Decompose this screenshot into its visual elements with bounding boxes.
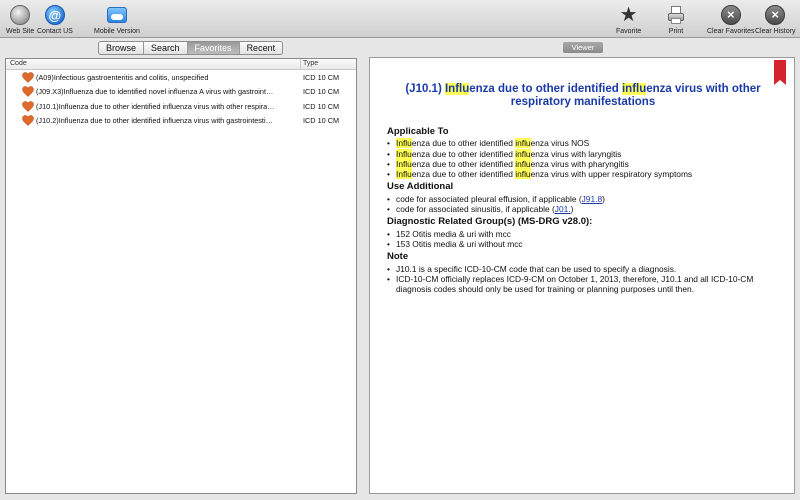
star-icon: ★ <box>619 4 638 26</box>
list-item-type: ICD 10 CM <box>303 72 340 82</box>
list-body: (A09)Infectious gastroenteritis and coli… <box>6 70 356 128</box>
list-item: 153 Otitis media & uri without mcc <box>387 239 787 250</box>
item-text: ) <box>602 193 605 204</box>
search-highlight: influ <box>515 169 531 180</box>
list-item: Influenza due to other identified influe… <box>387 158 787 169</box>
section-heading-note: Note <box>387 251 409 263</box>
search-highlight: Influ <box>444 83 470 95</box>
title-code: (J10.1) <box>405 83 442 95</box>
list-item: Influenza due to other identified influe… <box>387 148 787 159</box>
heart-icon <box>22 86 34 98</box>
note-list: J10.1 is a specific ICD-10-CM code that … <box>387 264 787 295</box>
title-text: enza due to other identified <box>469 83 619 95</box>
list-item[interactable]: (J10.2)Influenza due to other identified… <box>6 114 356 129</box>
column-header-code[interactable]: Code <box>6 59 301 69</box>
list-item-type: ICD 10 CM <box>303 87 340 97</box>
document-title: (J10.1) Influenza due to other identifie… <box>380 83 786 109</box>
list-item: Influenza due to other identified influe… <box>387 138 787 149</box>
item-text: enza virus with upper respiratory sympto… <box>530 169 693 180</box>
section-heading-drg: Diagnostic Related Group(s) (MS-DRG v28.… <box>387 216 593 228</box>
close-icon: × <box>764 4 786 26</box>
mobile-version-button[interactable]: Mobile Version <box>94 4 140 35</box>
printer-icon <box>665 4 687 26</box>
search-highlight: influ <box>621 83 647 95</box>
bookmark-icon[interactable] <box>774 60 786 85</box>
cloud-icon <box>106 4 128 26</box>
tab-browse[interactable]: Browse <box>99 42 145 54</box>
item-text: enza virus with pharyngitis <box>530 158 629 169</box>
clear-history-label: Clear History <box>755 28 796 35</box>
tab-recent[interactable]: Recent <box>240 42 283 54</box>
code-link-j01[interactable]: J01. <box>555 204 571 214</box>
print-button[interactable]: Print <box>665 4 687 35</box>
search-highlight: Influ <box>396 158 412 169</box>
at-sign-icon: @ <box>44 4 66 26</box>
search-highlight: Influ <box>396 169 412 180</box>
item-text: code for associated sinusitis, if applic… <box>396 204 555 215</box>
list-item-code: (A09)Infectious gastroenteritis and coli… <box>36 72 209 82</box>
list-item: ICD-10-CM officially replaces ICD-9-CM o… <box>387 274 787 295</box>
item-text: ) <box>570 204 574 215</box>
search-highlight: Influ <box>396 138 412 149</box>
list-item: Influenza due to other identified influe… <box>387 169 787 180</box>
code-link-j91-8[interactable]: J91.8 <box>582 194 603 204</box>
item-text: enza due to other identified <box>411 148 513 159</box>
list-item[interactable]: (J10.1)Influenza due to other identified… <box>6 99 356 114</box>
list-item-type: ICD 10 CM <box>303 101 340 111</box>
item-text: enza virus NOS <box>530 138 590 149</box>
heart-icon <box>22 115 34 127</box>
list-item-code: (J10.2)Influenza due to other identified… <box>36 116 273 126</box>
list-item: J10.1 is a specific ICD-10-CM code that … <box>387 264 787 275</box>
drg-list: 152 Otitis media & uri with mcc 153 Otit… <box>387 229 787 250</box>
tab-bar: Browse Search Favorites Recent <box>98 41 284 55</box>
use-additional-list: code for associated pleural effusion, if… <box>387 194 787 215</box>
item-text: enza virus with laryngitis <box>530 148 622 159</box>
clear-favorites-label: Clear Favorites <box>707 28 755 35</box>
print-label: Print <box>668 28 684 35</box>
website-label: Web Site <box>6 28 35 35</box>
search-highlight: Influ <box>396 148 412 159</box>
heart-icon <box>22 100 34 112</box>
search-highlight: influ <box>515 158 531 169</box>
tab-favorites[interactable]: Favorites <box>187 42 240 54</box>
tab-search[interactable]: Search <box>144 42 188 54</box>
search-highlight: influ <box>515 138 531 149</box>
contact-us-label: Contact US <box>37 28 73 35</box>
globe-icon <box>9 4 31 26</box>
close-icon: × <box>720 4 742 26</box>
viewer-label: Viewer <box>563 42 603 53</box>
search-highlight: influ <box>515 148 531 159</box>
list-item-code: (J09.X3)Influenza due to identified nove… <box>36 87 274 97</box>
favorite-label: Favorite <box>616 28 642 35</box>
column-header-type[interactable]: Type <box>301 59 318 69</box>
heart-icon <box>22 71 34 83</box>
list-item: 152 Otitis media & uri with mcc <box>387 229 787 240</box>
viewer-panel: (J10.1) Influenza due to other identifie… <box>369 57 795 494</box>
item-text: enza due to other identified <box>411 158 513 169</box>
list-item-type: ICD 10 CM <box>303 116 340 126</box>
mobile-version-label: Mobile Version <box>94 28 140 35</box>
item-text: enza due to other identified <box>411 169 513 180</box>
list-item-code: (J10.1)Influenza due to other identified… <box>36 101 275 111</box>
applicable-to-list: Influenza due to other identified influe… <box>387 138 787 180</box>
contact-us-button[interactable]: @ Contact US <box>37 4 73 35</box>
favorites-list-panel: Code Type (A09)Infectious gastroenteriti… <box>5 58 357 494</box>
favorite-button[interactable]: ★ Favorite <box>616 4 641 35</box>
clear-history-button[interactable]: × Clear History <box>755 4 795 35</box>
website-button[interactable]: Web Site <box>6 4 34 35</box>
list-item[interactable]: (A09)Infectious gastroenteritis and coli… <box>6 70 356 85</box>
list-item[interactable]: (J09.X3)Influenza due to identified nove… <box>6 85 356 100</box>
document-body: Applicable To Influenza due to other ide… <box>387 124 787 294</box>
section-heading-use-additional: Use Additional <box>387 181 454 193</box>
item-text: enza due to other identified <box>411 138 513 149</box>
list-item: code for associated sinusitis, if applic… <box>387 204 787 215</box>
clear-favorites-button[interactable]: × Clear Favorites <box>707 4 754 35</box>
section-heading-applicable-to: Applicable To <box>387 126 449 137</box>
item-text: code for associated pleural effusion, if… <box>396 193 582 204</box>
list-item: code for associated pleural effusion, if… <box>387 193 787 205</box>
list-header: Code Type <box>6 59 356 70</box>
toolbar: Web Site @ Contact US Mobile Version ★ F… <box>0 0 800 38</box>
